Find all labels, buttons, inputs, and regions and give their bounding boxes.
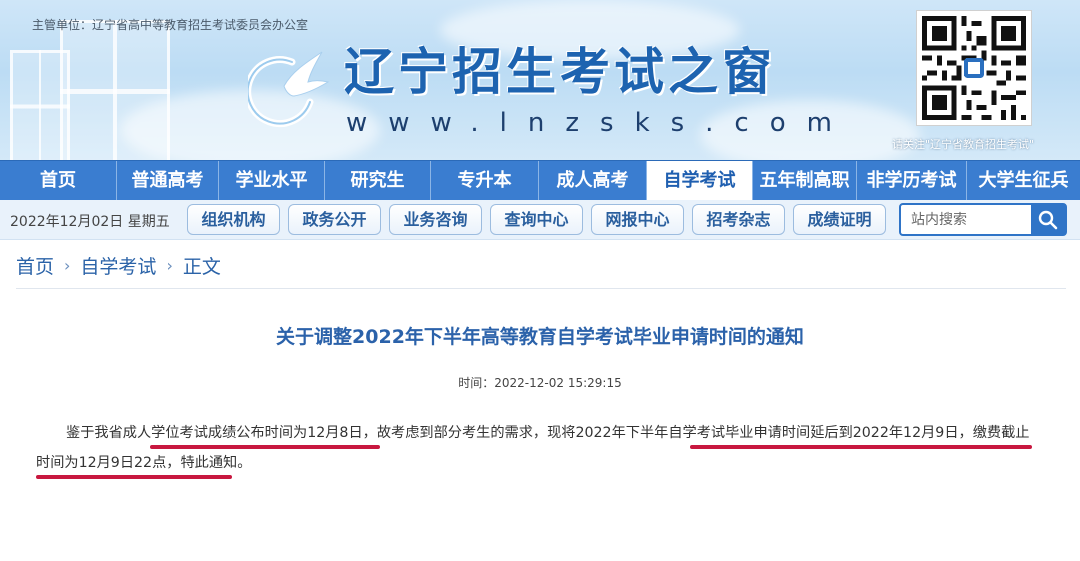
- nav-item-academic-level[interactable]: 学业水平: [219, 161, 325, 201]
- breadcrumb-current: 正文: [182, 256, 221, 278]
- chevron-right-icon: ›: [166, 256, 173, 275]
- site-banner: 主管单位：辽宁省高中等教育招生考试委员会办公室 辽宁招生考试之窗 www.lnz…: [0, 0, 1080, 160]
- window-decoration: [10, 50, 70, 160]
- article-title: 关于调整2022年下半年高等教育自学考试毕业申请时间的通知: [276, 326, 804, 348]
- nav-item-adult-exam[interactable]: 成人高考: [539, 161, 647, 201]
- online-registration-button[interactable]: 网报中心: [591, 204, 684, 235]
- search-button[interactable]: [1031, 205, 1065, 234]
- article-time: 时间：2022-12-02 15:29:15: [458, 376, 622, 390]
- qr-code: [916, 10, 1032, 126]
- nav-item-self-study[interactable]: 自学考试: [647, 161, 753, 201]
- main-nav: 首页 普通高考 学业水平 研究生 专升本 成人高考 自学考试 五年制高职 非学历…: [0, 160, 1080, 201]
- highlight-underline: [36, 475, 232, 479]
- site-url: www.lnzsks.com: [346, 108, 853, 138]
- highlight-underline: [690, 445, 1032, 449]
- chevron-right-icon: ›: [64, 256, 71, 275]
- nav-item-vocational[interactable]: 五年制高职: [753, 161, 857, 201]
- score-certificate-button[interactable]: 成绩证明: [793, 204, 886, 235]
- search-input[interactable]: [905, 207, 1029, 232]
- consult-button[interactable]: 业务咨询: [389, 204, 482, 235]
- current-date: 2022年12月02日 星期五: [10, 214, 170, 230]
- nav-item-home[interactable]: 首页: [0, 161, 117, 201]
- breadcrumb: 首页 › 自学考试 › 正文: [16, 252, 221, 279]
- org-structure-button[interactable]: 组织机构: [187, 204, 280, 235]
- nav-item-gaokao[interactable]: 普通高考: [117, 161, 219, 201]
- query-center-button[interactable]: 查询中心: [490, 204, 583, 235]
- gov-affairs-button[interactable]: 政务公开: [288, 204, 381, 235]
- divider: [16, 288, 1066, 289]
- window-decoration: [60, 20, 170, 160]
- nav-item-student-enlist[interactable]: 大学生征兵: [967, 161, 1080, 201]
- nav-item-non-degree[interactable]: 非学历考试: [857, 161, 967, 201]
- magazine-button[interactable]: 招考杂志: [692, 204, 785, 235]
- nav-item-upgrade[interactable]: 专升本: [431, 161, 539, 201]
- dove-logo-icon[interactable]: [244, 42, 338, 142]
- breadcrumb-self-study[interactable]: 自学考试: [80, 252, 156, 279]
- qr-caption: 请关注"辽宁省教育招生考试": [892, 138, 1035, 151]
- search-box: [899, 203, 1067, 236]
- site-title[interactable]: 辽宁招生考试之窗: [344, 44, 776, 100]
- supervisor-text: 主管单位：辽宁省高中等教育招生考试委员会办公室: [32, 18, 309, 32]
- nav-item-graduate[interactable]: 研究生: [325, 161, 431, 201]
- breadcrumb-home[interactable]: 首页: [16, 252, 54, 279]
- search-icon: [1038, 210, 1058, 229]
- highlight-underline: [150, 445, 380, 449]
